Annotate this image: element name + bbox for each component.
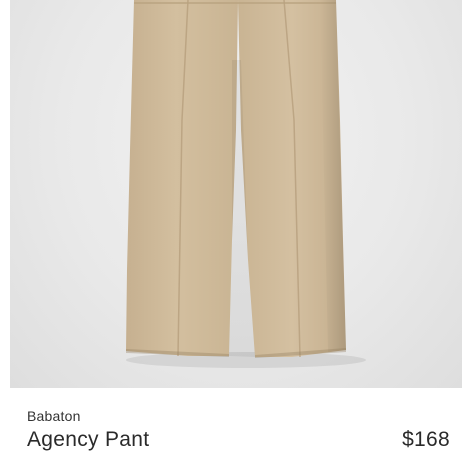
product-title[interactable]: Agency Pant <box>27 428 149 452</box>
product-card[interactable]: Babaton Agency Pant $168 <box>0 0 474 474</box>
product-info: Babaton Agency Pant $168 <box>0 388 474 474</box>
pant-illustration <box>126 0 366 368</box>
brand-name: Babaton <box>27 408 81 424</box>
product-price: $168 <box>402 428 450 451</box>
product-image[interactable] <box>10 0 462 388</box>
